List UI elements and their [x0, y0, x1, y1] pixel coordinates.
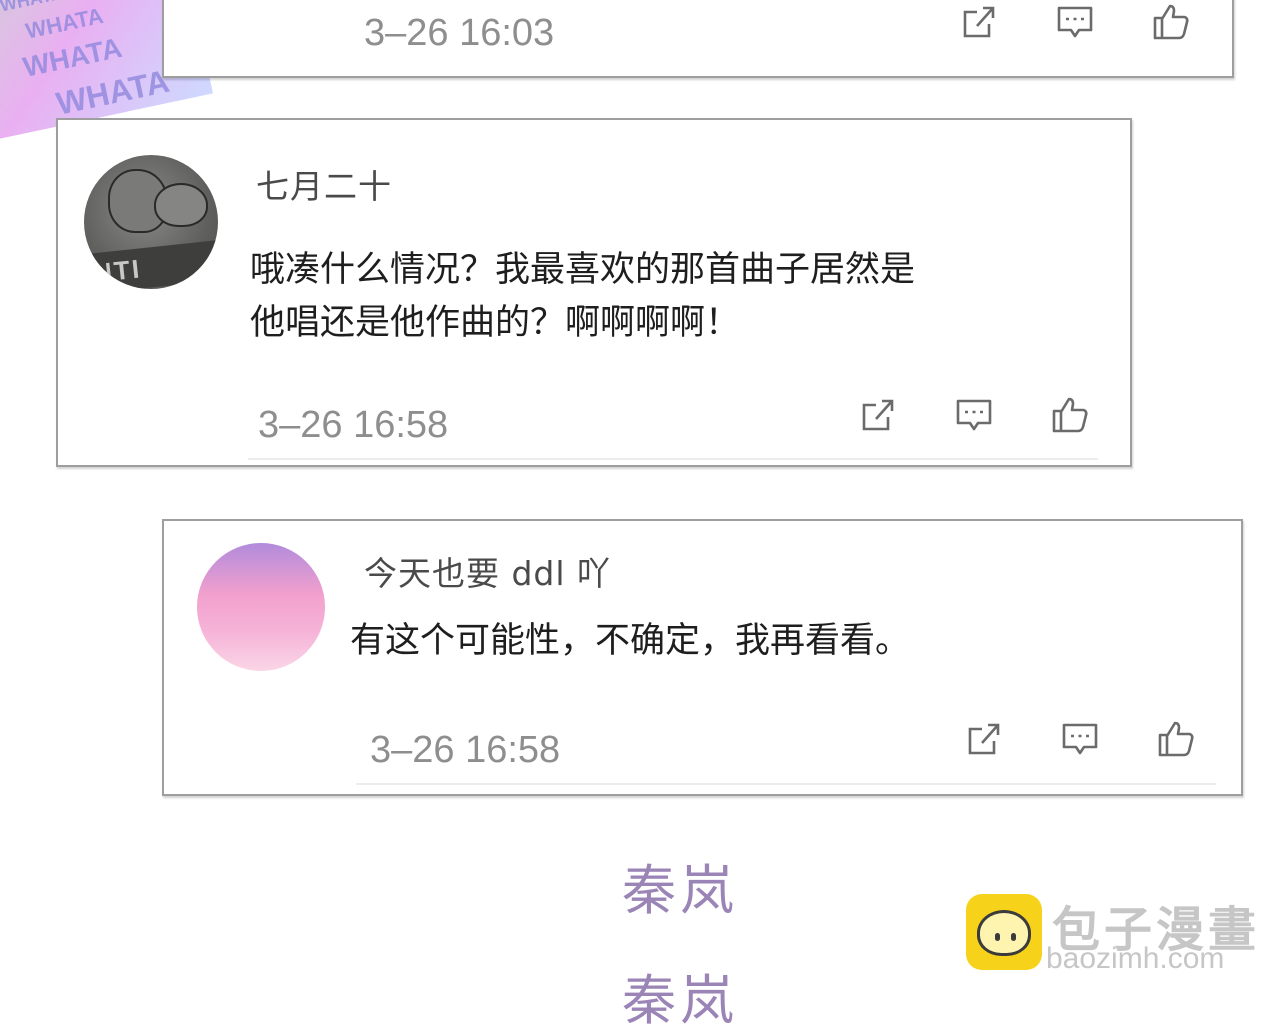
comment-card: NTI 七月二十 哦凑什么情况？我最喜欢的那首曲子居然是 他唱还是他作曲的？啊啊… — [56, 118, 1132, 467]
comment-content-line: 哦凑什么情况？我最喜欢的那首曲子居然是 — [250, 250, 916, 290]
like-icon[interactable] — [1050, 395, 1090, 435]
watermark-brand-en: baozimh.com — [1046, 942, 1225, 975]
comment-content: 哦凑什么情况？我最喜欢的那首曲子居然是 他唱还是他作曲的？啊啊啊啊！ — [250, 244, 915, 350]
signature-text: 秦岚 — [622, 859, 738, 922]
comment-icon[interactable] — [954, 395, 994, 435]
comment-content: 有这个可能性，不确定，我再看看。 — [350, 621, 911, 661]
comment-actions — [858, 395, 1090, 435]
avatar-text: NTI — [84, 239, 218, 289]
comment-username[interactable]: 七月二十 — [256, 160, 392, 208]
signature-text: 秦岚 — [622, 969, 738, 1032]
share-icon[interactable] — [858, 395, 898, 435]
comment-icon[interactable] — [1060, 719, 1100, 759]
divider — [248, 458, 1098, 460]
comment-card: 今天也要 ddl 吖 有这个可能性，不确定，我再看看。 3–26 16:58 — [162, 519, 1243, 796]
divider — [356, 783, 1216, 785]
comment-timestamp: 3–26 16:58 — [370, 729, 561, 771]
avatar[interactable]: NTI — [84, 155, 218, 289]
comment-icon[interactable] — [1055, 2, 1095, 42]
comment-timestamp: 3–26 16:03 — [364, 12, 555, 54]
brand-logo-icon — [966, 894, 1042, 970]
comment-actions — [964, 719, 1196, 759]
comment-username[interactable]: 今天也要 ddl 吖 — [364, 547, 611, 595]
like-icon[interactable] — [1151, 2, 1191, 42]
comment-content-line: 他唱还是他作曲的？啊啊啊啊！ — [250, 303, 741, 343]
cartoon-dog-graphic — [154, 183, 208, 227]
avatar[interactable] — [197, 543, 325, 671]
comment-timestamp: 3–26 16:58 — [258, 404, 449, 446]
comment-actions — [959, 2, 1191, 42]
bun-icon — [977, 910, 1031, 956]
like-icon[interactable] — [1156, 719, 1196, 759]
share-icon[interactable] — [964, 719, 1004, 759]
comment-card: 3–26 16:03 — [162, 0, 1234, 78]
share-icon[interactable] — [959, 2, 999, 42]
